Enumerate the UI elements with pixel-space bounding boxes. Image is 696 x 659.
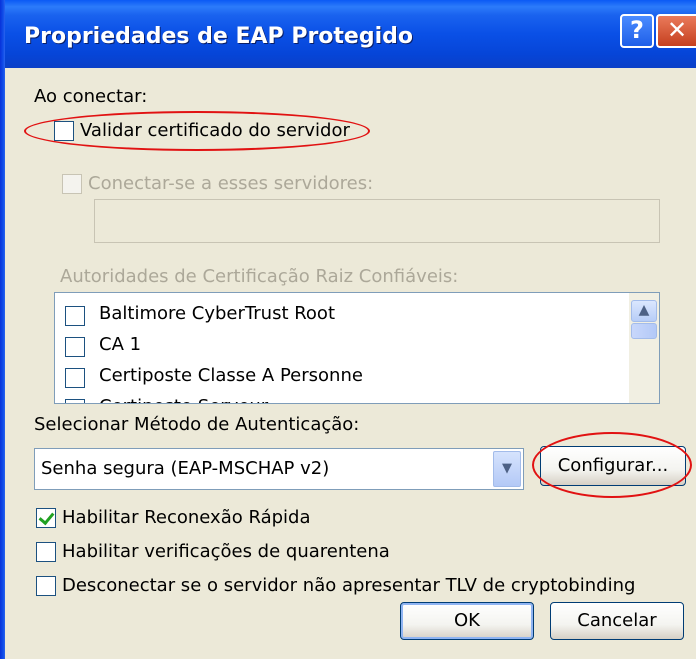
window-title: Propriedades de EAP Protegido bbox=[24, 24, 414, 49]
ca-label: Baltimore CyberTrust Root bbox=[99, 303, 336, 324]
ca-label: CA 1 bbox=[99, 334, 142, 355]
quarantine-label[interactable]: Habilitar verificações de quarentena bbox=[62, 541, 390, 562]
scrollbar-thumb[interactable] bbox=[631, 323, 657, 339]
dialog-window: Propriedades de EAP Protegido ? ✕ Ao con… bbox=[0, 0, 696, 659]
ca-label: Certiposte Classe A Personne bbox=[99, 365, 363, 386]
ca-checkbox[interactable] bbox=[65, 306, 85, 326]
cryptobinding-checkbox[interactable] bbox=[36, 576, 56, 596]
connect-servers-checkbox bbox=[62, 174, 82, 194]
auth-method-value: Senha segura (EAP-MSCHAP v2) bbox=[41, 458, 330, 479]
ca-heading: Autoridades de Certificação Raiz Confiáv… bbox=[60, 266, 459, 287]
ca-checkbox[interactable] bbox=[65, 399, 85, 403]
cancel-button[interactable]: Cancelar bbox=[550, 602, 684, 640]
ca-checkbox[interactable] bbox=[65, 368, 85, 388]
fast-reconnect-checkbox[interactable] bbox=[36, 508, 56, 528]
scroll-up-icon[interactable]: ▲ bbox=[631, 300, 657, 322]
annotation-ellipse-validate bbox=[24, 111, 370, 151]
close-button[interactable]: ✕ bbox=[656, 14, 696, 48]
fast-reconnect-label[interactable]: Habilitar Reconexão Rápida bbox=[62, 507, 311, 528]
ok-button[interactable]: OK bbox=[400, 602, 534, 640]
ca-label: Certiposte Serveur bbox=[99, 396, 268, 403]
quarantine-checkbox[interactable] bbox=[36, 542, 56, 562]
connect-servers-label: Conectar-se a esses servidores: bbox=[88, 173, 374, 194]
cryptobinding-label[interactable]: Desconectar se o servidor não apresentar… bbox=[62, 575, 635, 596]
connect-heading: Ao conectar: bbox=[34, 86, 148, 107]
ca-scrollbar[interactable]: ▲ bbox=[629, 293, 659, 403]
title-bar[interactable]: Propriedades de EAP Protegido ? ✕ bbox=[0, 0, 696, 68]
auth-method-select[interactable]: Senha segura (EAP-MSCHAP v2) ▼ bbox=[34, 448, 524, 490]
help-button[interactable]: ? bbox=[620, 14, 654, 48]
servers-input bbox=[94, 199, 660, 243]
annotation-ellipse-configure bbox=[532, 432, 692, 498]
auth-heading: Selecionar Método de Autenticação: bbox=[34, 414, 360, 435]
ca-list[interactable]: Baltimore CyberTrust Root CA 1 Certipost… bbox=[54, 292, 660, 404]
chevron-down-icon[interactable]: ▼ bbox=[493, 451, 521, 487]
window-left-border bbox=[0, 0, 5, 659]
ca-checkbox[interactable] bbox=[65, 337, 85, 357]
